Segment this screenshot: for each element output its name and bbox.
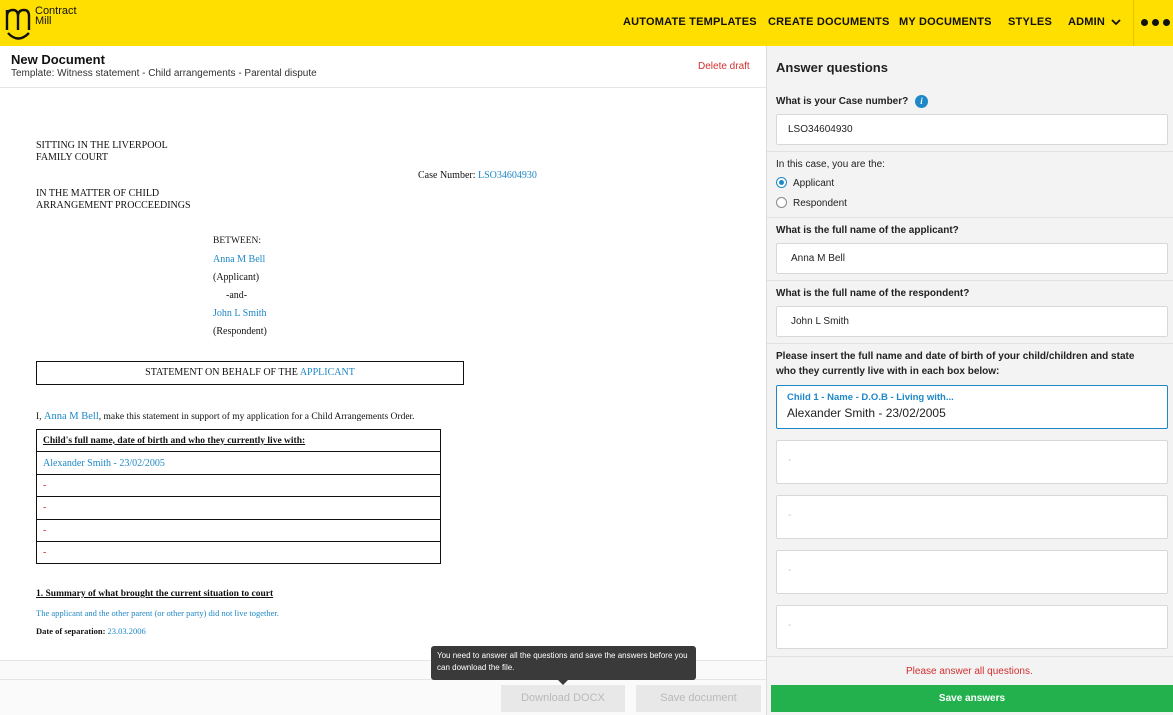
statement-heading: STATEMENT ON BEHALF OF THE APPLICANT [36,361,464,385]
save-document-button[interactable]: Save document [636,685,761,712]
brand-name-line2: Mill [35,15,52,27]
case-number: Case Number: LSO34604930 [418,170,537,181]
matter-line-1: IN THE MATTER OF CHILD [36,188,160,199]
brand-name: Contract Mill [35,6,77,27]
respondent-question: What is the full name of the respondent? [776,288,970,299]
download-tooltip: You need to answer all the questions and… [431,646,696,680]
child-4-input[interactable]: - [776,550,1168,594]
document-header: New Document Template: Witness statement… [0,46,766,88]
question-divider [767,343,1173,344]
question-divider [767,280,1173,281]
separation-date-value: 23.03.2006 [107,626,146,636]
applicant-role: (Applicant) [213,272,260,283]
question-divider [767,656,1173,657]
top-nav-bar: Contract Mill AUTOMATE TEMPLATES CREATE … [0,0,1173,46]
and-label: -and- [226,290,248,301]
nav-admin-label: ADMIN [1068,16,1106,28]
panel-title: Answer questions [776,60,888,75]
between-label: BETWEEN: [213,236,262,246]
nav-divider [1133,0,1134,46]
nav-my-documents[interactable]: MY DOCUMENTS [899,16,992,28]
table-cell: Alexander Smith - 23/02/2005 [36,451,441,475]
intro-name: Anna M Bell [43,411,99,422]
table-header: Child's full name, date of birth and who… [36,428,441,453]
table-cell: - [36,473,441,498]
applicant-name: Anna M Bell [213,254,266,265]
nav-create-documents[interactable]: CREATE DOCUMENTS [768,16,890,28]
case-number-label: Case Number: [418,170,478,181]
court-line-2: FAMILY COURT [36,152,109,163]
table-row: Alexander Smith - 23/02/2005 [36,451,441,475]
separation-date: Date of separation: 23.03.2006 [36,626,146,636]
table-row: Child's full name, date of birth and who… [36,428,441,453]
intro-sentence: I, Anna M Bell, make this statement in s… [36,411,415,422]
question-divider [767,217,1173,218]
applicant-radio-label[interactable]: Applicant [793,178,834,189]
respondent-name-input[interactable]: John L Smith [776,306,1168,337]
statement-prefix: STATEMENT ON BEHALF OF THE [145,367,300,378]
applicant-question: What is the full name of the applicant? [776,225,959,236]
section-1-title: 1. Summary of what brought the current s… [36,589,274,599]
save-answers-button[interactable]: Save answers [771,685,1173,712]
children-table: Child's full name, date of birth and who… [36,428,441,565]
child-1-label: Child 1 - Name - D.O.B - Living with... [787,392,954,403]
document-preview: SITTING IN THE LIVERPOOL FAMILY COURT Ca… [0,88,766,648]
table-row: - [36,473,441,498]
question-divider [767,151,1173,152]
intro-prefix: I, [36,412,44,422]
case-number-question: What is your Case number? [776,96,909,107]
more-menu-icon[interactable] [1141,16,1171,30]
validation-error: Please answer all questions. [906,666,1033,677]
delete-draft-link[interactable]: Delete draft [698,61,750,72]
respondent-radio[interactable] [776,197,787,208]
role-question: In this case, you are the: [776,159,885,170]
case-number-input[interactable]: LSO34604930 [776,114,1168,145]
applicant-radio[interactable] [776,177,787,188]
chevron-down-icon [1111,19,1121,26]
respondent-name: John L Smith [213,308,267,319]
court-line-1: SITTING IN THE LIVERPOOL [36,140,168,151]
info-icon[interactable]: i [915,95,928,108]
children-question-line-2: who they currently live with in each box… [776,366,1000,377]
child-5-input[interactable]: - [776,605,1168,649]
table-cell: - [36,518,441,542]
table-cell: - [36,540,441,565]
child-1-value: Alexander Smith - 23/02/2005 [787,406,946,420]
child-3-value: - [788,510,792,521]
download-docx-button[interactable]: Download DOCX [501,685,625,712]
case-number-value: LSO34604930 [478,170,537,181]
child-1-input[interactable]: Child 1 - Name - D.O.B - Living with... … [776,385,1168,429]
document-title: New Document [11,52,105,67]
statement-party: APPLICANT [299,367,355,378]
respondent-role: (Respondent) [213,326,267,337]
applicant-name-input[interactable]: Anna M Bell [776,243,1168,274]
nav-styles[interactable]: STYLES [1008,16,1052,28]
nav-admin[interactable]: ADMIN [1068,16,1121,28]
tooltip-arrow [558,680,568,685]
child-5-value: - [788,620,792,631]
child-2-input[interactable]: - [776,440,1168,484]
table-row: - [36,540,441,565]
matter-line-2: ARRANGEMENT PROCCEEDINGS [36,200,191,211]
section-1-text: The applicant and the other parent (or o… [36,608,279,618]
child-4-value: - [788,565,792,576]
respondent-radio-label[interactable]: Respondent [793,198,847,209]
separation-label: Date of separation: [36,626,108,636]
child-3-input[interactable]: - [776,495,1168,539]
intro-suffix: , make this statement in support of my a… [98,412,415,422]
children-question-line-1: Please insert the full name and date of … [776,351,1135,362]
table-cell: - [36,496,441,520]
nav-automate-templates[interactable]: AUTOMATE TEMPLATES [623,16,757,28]
table-row: - [36,518,441,542]
child-2-value: - [788,455,792,466]
template-name: Template: Witness statement - Child arra… [11,68,317,79]
table-row: - [36,496,441,520]
